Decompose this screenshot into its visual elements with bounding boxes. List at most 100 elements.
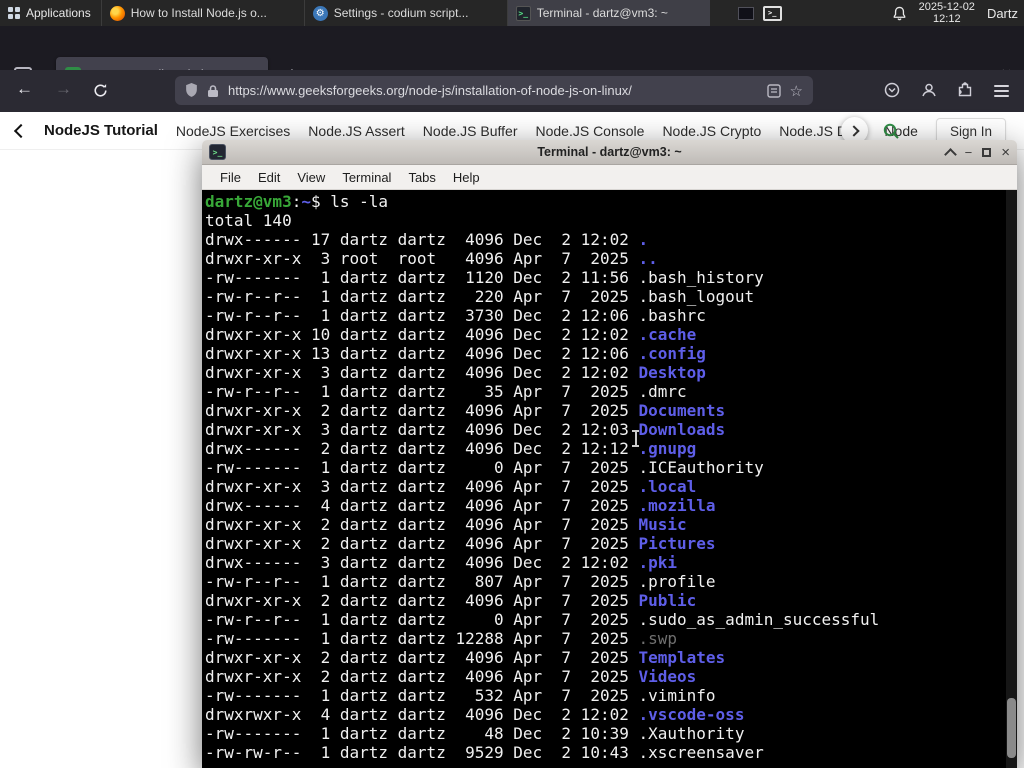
terminal-close-button[interactable]: × bbox=[1001, 145, 1010, 160]
terminal-line: drwxr-xr-x 3 dartz dartz 4096 Dec 2 12:0… bbox=[205, 363, 706, 382]
terminal-command: ls -la bbox=[330, 192, 389, 211]
terminal-line: drwx------ 2 dartz dartz 4096 Dec 2 12:1… bbox=[205, 439, 697, 458]
terminal-prompt-line: dartz@vm3:~$ ls -la bbox=[205, 192, 1005, 211]
terminal-menubar: File Edit View Terminal Tabs Help bbox=[202, 165, 1017, 190]
terminal-line: -rw-r--r-- 1 dartz dartz 35 Apr 7 2025 .… bbox=[205, 382, 687, 401]
taskbar-item-terminal[interactable]: >_ Terminal - dartz@vm3: ~ bbox=[506, 0, 710, 26]
file-name: .profile bbox=[638, 572, 716, 591]
url-bar[interactable]: https://www.geeksforgeeks.org/node-js/in… bbox=[175, 76, 813, 105]
directory-name: .pki bbox=[638, 553, 678, 572]
directory-name: .local bbox=[638, 477, 697, 496]
terminal-line: drwxrwxr-x 4 dartz dartz 4096 Dec 2 12:0… bbox=[205, 705, 745, 724]
taskbar-item-codium-settings[interactable]: ⚙ Settings - codium script... bbox=[303, 0, 507, 26]
bookmark-star-icon[interactable]: ☆ bbox=[790, 82, 803, 100]
file-name: .bash_logout bbox=[638, 287, 755, 306]
terminal-total-line: total 140 bbox=[205, 211, 292, 230]
nav-chevron-left-icon[interactable] bbox=[13, 123, 29, 138]
prompt-symbol: $ bbox=[310, 192, 321, 211]
site-nav-link[interactable]: Node.JS Assert bbox=[308, 123, 405, 139]
file-name: .bash_history bbox=[638, 268, 764, 287]
terminal-line: -rw-rw-r-- 1 dartz dartz 9529 Dec 2 10:4… bbox=[205, 743, 764, 762]
terminal-line: drwxr-xr-x 3 root root 4096 Apr 7 2025 .… bbox=[205, 249, 658, 268]
terminal-line: drwxr-xr-x 3 dartz dartz 4096 Dec 2 12:0… bbox=[205, 420, 726, 439]
menu-edit[interactable]: Edit bbox=[258, 170, 280, 185]
site-nav-link[interactable]: Node.JS Console bbox=[535, 123, 644, 139]
site-nav-primary-link[interactable]: NodeJS Tutorial bbox=[44, 122, 158, 139]
directory-name: Pictures bbox=[638, 534, 716, 553]
file-name: .sudo_as_admin_successful bbox=[638, 610, 880, 629]
terminal-line: drwxr-xr-x 3 dartz dartz 4096 Apr 7 2025… bbox=[205, 477, 697, 496]
terminal-screen[interactable]: dartz@vm3:~$ ls -la total 140 drwx------… bbox=[202, 190, 1017, 768]
terminal-titlebar[interactable]: >_ Terminal - dartz@vm3: ~ − × bbox=[202, 140, 1017, 165]
site-search-icon[interactable] bbox=[882, 122, 900, 140]
taskbar-item-firefox[interactable]: How to Install Node.js o... bbox=[100, 0, 304, 26]
terminal-line: drwx------ 4 dartz dartz 4096 Apr 7 2025… bbox=[205, 496, 716, 515]
directory-name: Templates bbox=[638, 648, 726, 667]
lock-icon[interactable] bbox=[207, 84, 219, 98]
settings-gear-icon: ⚙ bbox=[312, 5, 328, 21]
terminal-line: -rw-r--r-- 1 dartz dartz 807 Apr 7 2025 … bbox=[205, 572, 716, 591]
url-text[interactable]: https://www.geeksforgeeks.org/node-js/in… bbox=[228, 83, 758, 98]
directory-name: Public bbox=[638, 591, 697, 610]
extensions-puzzle-icon[interactable] bbox=[957, 82, 973, 103]
directory-name: Desktop bbox=[638, 363, 706, 382]
menu-tabs[interactable]: Tabs bbox=[408, 170, 435, 185]
menu-view[interactable]: View bbox=[297, 170, 325, 185]
terminal-output: dartz@vm3:~$ ls -la total 140 drwx------… bbox=[205, 192, 1005, 762]
directory-name: .vscode-oss bbox=[638, 705, 745, 724]
task-title-codium: Settings - codium script... bbox=[333, 6, 469, 20]
tray-terminal-icon[interactable]: >_ bbox=[762, 5, 782, 21]
terminal-shade-icon[interactable] bbox=[943, 148, 957, 161]
terminal-icon: >_ bbox=[515, 5, 531, 21]
terminal-line: -rw------- 1 dartz dartz 532 Apr 7 2025 … bbox=[205, 686, 716, 705]
directory-name: .gnupg bbox=[638, 439, 697, 458]
applications-menu-button[interactable]: Applications bbox=[0, 0, 101, 26]
menu-help[interactable]: Help bbox=[453, 170, 480, 185]
pocket-icon[interactable] bbox=[884, 82, 900, 103]
terminal-line: drwxr-xr-x 2 dartz dartz 4096 Apr 7 2025… bbox=[205, 401, 726, 420]
hamburger-menu-icon[interactable] bbox=[994, 85, 1009, 97]
terminal-line: -rw------- 1 dartz dartz 1120 Dec 2 11:5… bbox=[205, 268, 764, 287]
terminal-line: -rw------- 1 dartz dartz 12288 Apr 7 202… bbox=[205, 629, 678, 648]
terminal-scrollbar-thumb[interactable] bbox=[1007, 698, 1016, 758]
back-button[interactable]: ← bbox=[16, 79, 33, 99]
terminal-maximize-button[interactable] bbox=[982, 148, 992, 157]
prompt-separator: : bbox=[291, 192, 302, 211]
tracking-shield-icon[interactable] bbox=[185, 83, 198, 98]
clock[interactable]: 2025-12-02 12:12 bbox=[919, 1, 975, 25]
site-nav-links: NodeJS Exercises Node.JS Assert Node.JS Bu… bbox=[176, 123, 918, 139]
reader-view-icon[interactable] bbox=[766, 83, 781, 98]
terminal-line: drwxr-xr-x 2 dartz dartz 4096 Apr 7 2025… bbox=[205, 667, 697, 686]
task-title-firefox: How to Install Node.js o... bbox=[130, 6, 267, 20]
site-nav-link[interactable]: NodeJS Exercises bbox=[176, 123, 290, 139]
file-name: .dmrc bbox=[638, 382, 687, 401]
terminal-line: drwxr-xr-x 2 dartz dartz 4096 Apr 7 2025… bbox=[205, 515, 687, 534]
reload-button[interactable] bbox=[93, 83, 108, 103]
account-icon[interactable] bbox=[921, 82, 937, 103]
site-nav-link[interactable]: Node.JS Buffer bbox=[423, 123, 518, 139]
menu-terminal[interactable]: Terminal bbox=[342, 170, 391, 185]
menu-file[interactable]: File bbox=[220, 170, 241, 185]
clock-time: 12:12 bbox=[933, 13, 961, 25]
directory-name: Downloads bbox=[638, 420, 726, 439]
terminal-line: -rw-r--r-- 1 dartz dartz 0 Apr 7 2025 .s… bbox=[205, 610, 880, 629]
firefox-icon bbox=[109, 5, 125, 21]
prompt-path: ~ bbox=[301, 192, 311, 211]
forward-button[interactable]: → bbox=[55, 79, 72, 99]
site-nav-link[interactable]: Node.JS Crypto bbox=[662, 123, 761, 139]
terminal-minimize-button[interactable]: − bbox=[965, 146, 973, 159]
terminal-line: drwx------ 17 dartz dartz 4096 Dec 2 12:… bbox=[205, 230, 649, 249]
terminal-listing: drwx------ 17 dartz dartz 4096 Dec 2 12:… bbox=[205, 230, 1005, 762]
file-name: .Xauthority bbox=[638, 724, 745, 743]
terminal-line: -rw------- 1 dartz dartz 0 Apr 7 2025 .I… bbox=[205, 458, 764, 477]
notifications-bell-icon[interactable] bbox=[892, 6, 907, 21]
browser-toolbar: ← → https://www.geeksforgeeks.org/node-j… bbox=[0, 70, 1024, 112]
prompt-user-host: dartz@vm3 bbox=[205, 192, 292, 211]
mouse-cursor-ibeam bbox=[631, 430, 640, 447]
terminal-scrollbar[interactable] bbox=[1006, 190, 1017, 768]
directory-name: .. bbox=[638, 249, 658, 268]
terminal-title: Terminal - dartz@vm3: ~ bbox=[537, 145, 682, 159]
terminal-line: drwxr-xr-x 10 dartz dartz 4096 Dec 2 12:… bbox=[205, 325, 697, 344]
tray-app-icon[interactable] bbox=[737, 6, 754, 20]
